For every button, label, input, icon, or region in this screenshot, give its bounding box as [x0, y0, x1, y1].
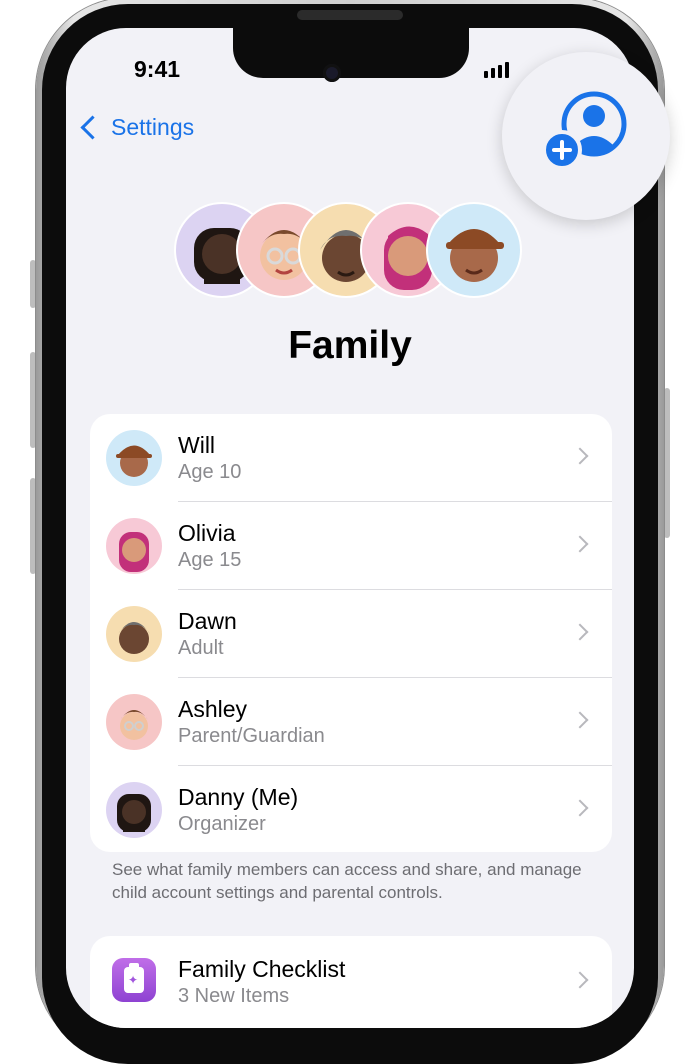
- will-avatar-icon: [106, 430, 162, 486]
- member-role: Organizer: [178, 813, 266, 835]
- member-row-will[interactable]: Will Age 10: [90, 414, 612, 502]
- back-button[interactable]: Settings: [78, 114, 194, 141]
- chevron-right-icon: [571, 535, 589, 553]
- avatar-will: [426, 202, 522, 298]
- danny-avatar-icon: [106, 782, 162, 838]
- family-avatar-group: [174, 202, 534, 298]
- dawn-avatar-icon: [106, 606, 162, 662]
- member-role: Parent/Guardian: [178, 725, 325, 747]
- chevron-right-icon: [571, 971, 589, 989]
- member-name: Ashley: [178, 696, 248, 722]
- side-button: [664, 388, 670, 538]
- olivia-avatar-icon: [106, 518, 162, 574]
- chevron-right-icon: [571, 447, 589, 465]
- chevron-right-icon: [571, 799, 589, 817]
- member-row-ashley[interactable]: Ashley Parent/Guardian: [90, 678, 612, 766]
- member-name: Danny (Me): [178, 784, 299, 810]
- family-members-list: Will Age 10 Olivia Age 15 Dawn Adult Ash…: [90, 414, 612, 852]
- family-footer-note: See what family members can access and s…: [112, 860, 582, 902]
- add-family-member-button[interactable]: [502, 52, 670, 220]
- chevron-right-icon: [571, 711, 589, 729]
- member-row-olivia[interactable]: Olivia Age 15: [90, 502, 612, 590]
- status-time: 9:41: [134, 56, 181, 82]
- member-role: Adult: [178, 637, 224, 659]
- page-title: Family: [288, 324, 412, 367]
- cellular-signal-icon: [484, 62, 509, 78]
- ashley-avatar-icon: [106, 694, 162, 750]
- member-role: Age 10: [178, 461, 242, 483]
- member-name: Will: [178, 432, 216, 458]
- person-add-icon: [542, 91, 627, 170]
- checklist-subtitle: 3 New Items: [178, 985, 290, 1007]
- chevron-right-icon: [571, 623, 589, 641]
- member-row-danny[interactable]: Danny (Me) Organizer: [90, 766, 612, 854]
- checklist-title: Family Checklist: [178, 956, 346, 982]
- member-row-dawn[interactable]: Dawn Adult: [90, 590, 612, 678]
- speaker-grille: [297, 10, 403, 20]
- back-label: Settings: [111, 114, 195, 140]
- member-name: Dawn: [178, 608, 237, 634]
- front-camera: [323, 64, 341, 82]
- family-checklist-row[interactable]: ✦ Family Checklist 3 New Items: [90, 936, 612, 1028]
- checklist-icon: ✦: [112, 958, 156, 1002]
- chevron-left-icon: [80, 115, 105, 140]
- member-role: Age 15: [178, 549, 242, 571]
- member-name: Olivia: [178, 520, 236, 546]
- notch: [233, 28, 469, 78]
